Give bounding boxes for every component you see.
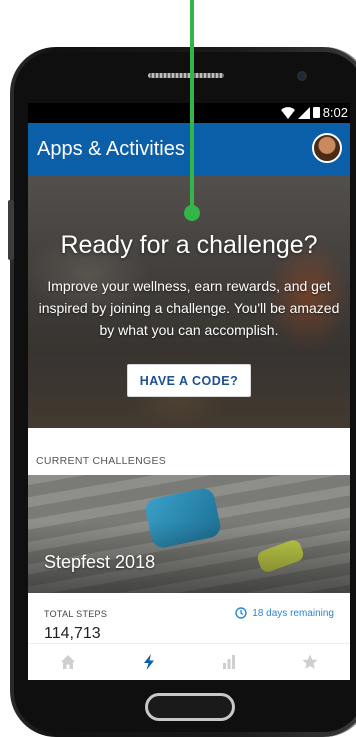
clock-icon bbox=[235, 607, 247, 619]
nav-favorites[interactable] bbox=[270, 644, 351, 680]
total-steps-label: TOTAL STEPS bbox=[44, 609, 108, 619]
current-challenges-heading: CURRENT CHALLENGES bbox=[36, 455, 167, 467]
total-steps-value: 114,713 bbox=[44, 625, 101, 642]
challenge-image: Stepfest 2018 bbox=[28, 475, 350, 593]
bottom-nav bbox=[28, 643, 350, 680]
wifi-icon bbox=[280, 106, 295, 119]
stage: 8:02 Apps & Activities Ready for a chall… bbox=[0, 0, 356, 737]
annotation-pointer-dot bbox=[184, 205, 200, 221]
status-bar: 8:02 bbox=[28, 103, 350, 123]
challenge-image-shade bbox=[28, 475, 350, 593]
have-a-code-button[interactable]: HAVE A CODE? bbox=[127, 364, 251, 397]
annotation-pointer-line bbox=[190, 0, 194, 212]
challenge-name: Stepfest 2018 bbox=[44, 552, 156, 572]
home-icon bbox=[61, 655, 76, 669]
avatar[interactable] bbox=[312, 133, 342, 163]
days-remaining-text: 18 days remaining bbox=[252, 607, 334, 619]
hero-description: Improve your wellness, earn rewards, and… bbox=[38, 278, 340, 338]
nav-challenges[interactable] bbox=[109, 644, 190, 680]
phone-screen: 8:02 Apps & Activities Ready for a chall… bbox=[28, 103, 350, 680]
app-bar: Apps & Activities bbox=[28, 123, 350, 175]
app-title: Apps & Activities bbox=[37, 137, 185, 160]
speaker-grille bbox=[148, 73, 224, 78]
hero-title: Ready for a challenge? bbox=[60, 231, 318, 259]
home-hardware-button[interactable] bbox=[145, 693, 235, 721]
signal-icon bbox=[297, 106, 310, 119]
front-camera bbox=[297, 71, 307, 81]
side-button bbox=[8, 200, 14, 260]
bar-chart-icon bbox=[223, 655, 236, 669]
nav-home[interactable] bbox=[28, 644, 109, 680]
nav-stats[interactable] bbox=[189, 644, 270, 680]
lightning-icon bbox=[143, 654, 154, 670]
status-time: 8:02 bbox=[322, 105, 348, 120]
days-remaining: 18 days remaining bbox=[235, 607, 334, 619]
battery-icon bbox=[312, 107, 320, 118]
status-icons: 8:02 bbox=[280, 105, 348, 120]
star-icon bbox=[302, 654, 318, 669]
